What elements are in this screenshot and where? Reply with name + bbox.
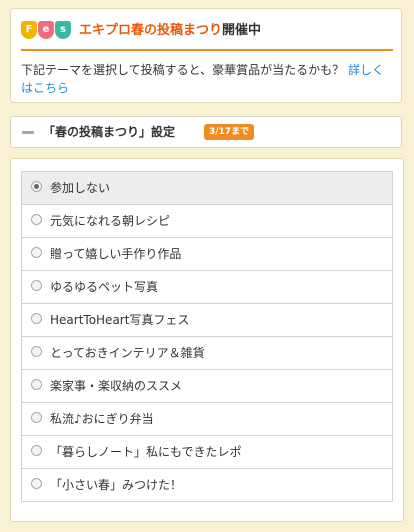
fes-logo-icon: F e s (21, 21, 72, 41)
theme-option-label: とっておきインテリア＆雑貨 (50, 346, 205, 360)
radio-checked-icon[interactable] (31, 181, 42, 192)
theme-option-label: HeartToHeart写真フェス (50, 313, 190, 327)
radio-dot-icon (34, 184, 39, 189)
radio-unchecked-icon[interactable] (31, 445, 42, 456)
theme-options-panel: 参加しない元気になれる朝レシピ 贈って嬉しい手作り作品 ゆるゆるペット写真 Heart… (10, 158, 404, 522)
deadline-badge: 3/17まで (204, 124, 255, 140)
event-status: 開催中 (222, 23, 262, 38)
theme-option[interactable]: 「小さい春」みつけた！ (21, 468, 393, 502)
notice-body-text: 下記テーマを選択して投稿すると、豪華賞品が当たるかも？ (21, 63, 348, 77)
radio-unchecked-icon[interactable] (31, 214, 42, 225)
radio-unchecked-icon[interactable] (31, 478, 42, 489)
theme-option[interactable]: ゆるゆるペット写真 (21, 270, 393, 304)
radio-unchecked-icon[interactable] (31, 313, 42, 324)
radio-unchecked-icon[interactable] (31, 280, 42, 291)
radio-unchecked-icon[interactable] (31, 412, 42, 423)
theme-option[interactable]: とっておきインテリア＆雑貨 (21, 336, 393, 370)
theme-option[interactable]: 参加しない (21, 171, 393, 205)
notice-description: 下記テーマを選択して投稿すると、豪華賞品が当たるかも？ 詳しくはこちら (21, 61, 393, 97)
fes-logo-letter: F (21, 21, 37, 39)
theme-option-label: 元気になれる朝レシピ (50, 214, 171, 228)
theme-option-label: 参加しない (50, 181, 111, 195)
radio-unchecked-icon[interactable] (31, 379, 42, 390)
notice-header: F e s エキプロ春の投稿まつり開催中 (21, 21, 393, 51)
theme-option[interactable]: 元気になれる朝レシピ (21, 204, 393, 238)
theme-option[interactable]: 楽家事・楽収納のススメ (21, 369, 393, 403)
theme-option-label: ゆるゆるペット写真 (50, 280, 159, 294)
collapse-minus-icon[interactable] (22, 131, 34, 134)
theme-option[interactable]: 「暮らしノート」私にもできたレポ (21, 435, 393, 469)
theme-option-label: 私流♪おにぎり弁当 (50, 412, 154, 426)
setting-title: 「春の投稿まつり」設定 (43, 125, 176, 139)
fes-logo-letter: s (55, 21, 71, 39)
theme-option[interactable]: HeartToHeart写真フェス (21, 303, 393, 337)
event-notice: F e s エキプロ春の投稿まつり開催中 下記テーマを選択して投稿すると、豪華賞… (10, 8, 402, 103)
theme-option-label: 贈って嬉しい手作り作品 (50, 247, 182, 261)
theme-option[interactable]: 私流♪おにぎり弁当 (21, 402, 393, 436)
notice-title: エキプロ春の投稿まつり開催中 (79, 22, 261, 40)
theme-options-list: 参加しない元気になれる朝レシピ 贈って嬉しい手作り作品 ゆるゆるペット写真 Heart… (21, 171, 393, 502)
radio-unchecked-icon[interactable] (31, 346, 42, 357)
theme-option-label: 「小さい春」みつけた！ (50, 478, 183, 492)
setting-section-header[interactable]: 「春の投稿まつり」設定 3/17まで (10, 116, 402, 148)
theme-option[interactable]: 贈って嬉しい手作り作品 (21, 237, 393, 271)
radio-unchecked-icon[interactable] (31, 247, 42, 258)
event-name: エキプロ春の投稿まつり (79, 23, 223, 38)
theme-option-label: 「暮らしノート」私にもできたレポ (50, 445, 242, 459)
theme-option-label: 楽家事・楽収納のススメ (50, 379, 183, 393)
fes-logo-letter: e (38, 21, 54, 39)
